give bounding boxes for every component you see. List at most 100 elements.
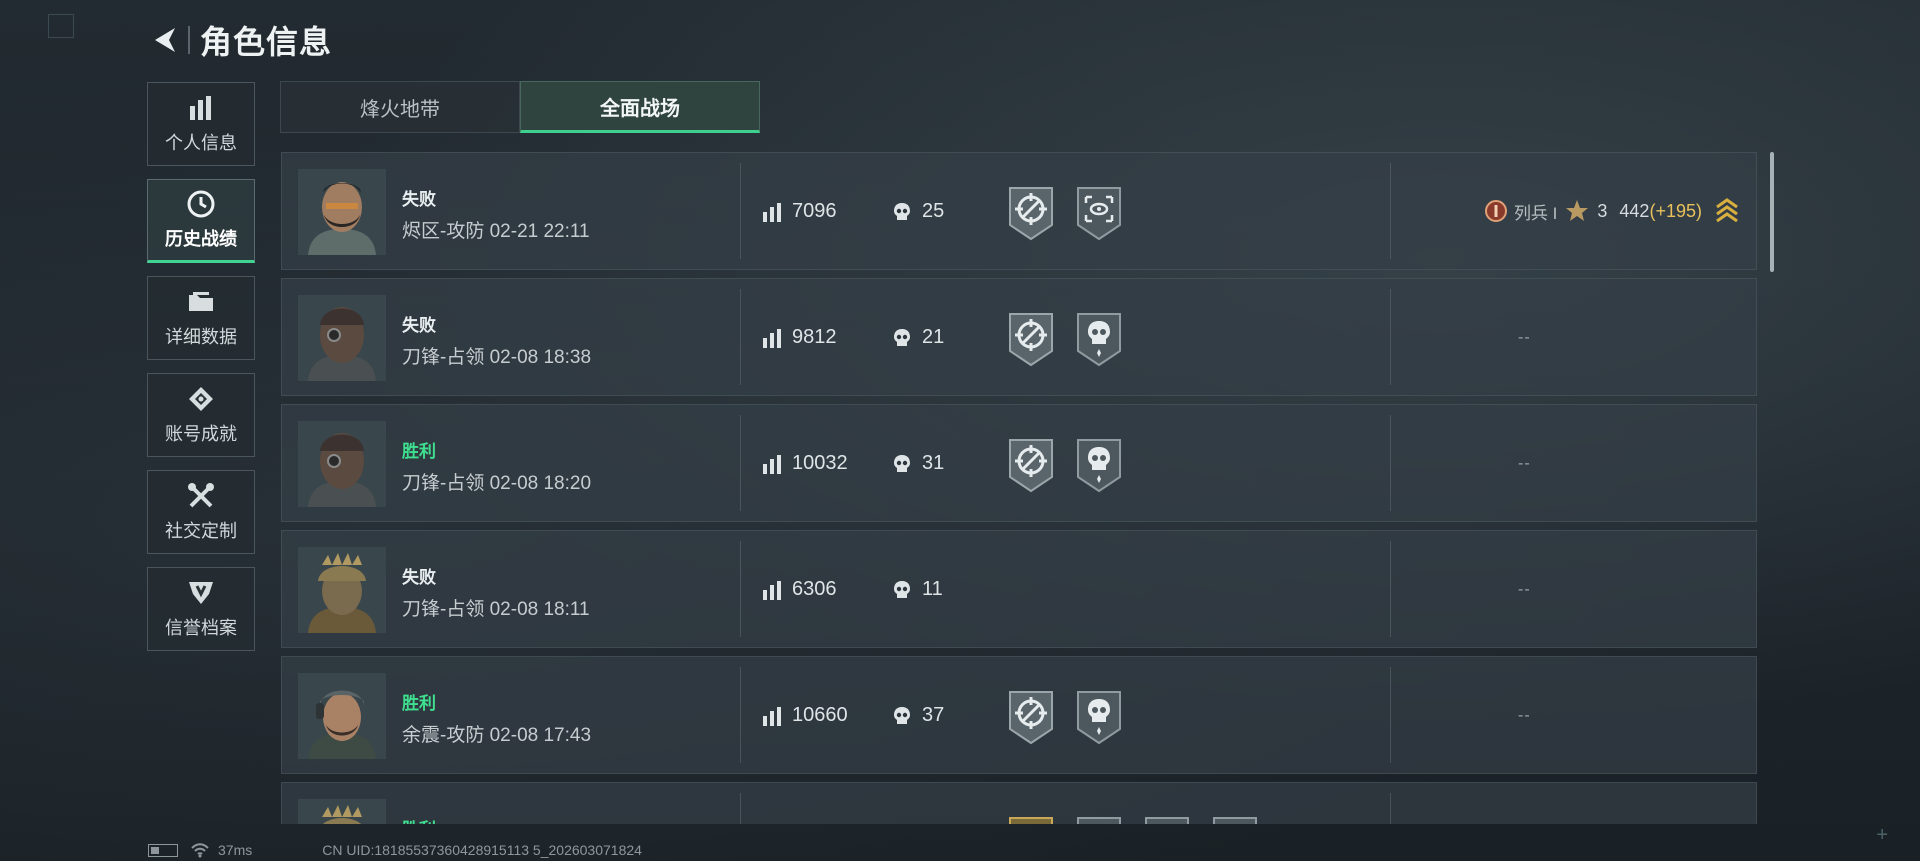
sidebar-item-label: 社交定制: [165, 521, 237, 541]
kills-value: 21: [922, 326, 945, 348]
sidebar-item-social[interactable]: 社交定制: [147, 470, 255, 554]
row-divider: [740, 289, 741, 385]
crosshair-badge-icon[interactable]: [1006, 185, 1056, 241]
match-time: 02-21 22:11: [489, 221, 590, 242]
match-result: 胜利: [402, 815, 436, 824]
rank-empty: --: [1518, 581, 1531, 598]
header-divider: [188, 26, 190, 54]
sidebar-item-reputation[interactable]: 信誉档案: [147, 567, 255, 651]
match-score: 9812: [762, 326, 837, 349]
chevrons-rank-icon: [1716, 198, 1738, 223]
sidebar: 个人信息 历史战绩 详细数据 账号成就 社交定制 信誉档案: [147, 82, 257, 664]
match-row[interactable]: 失败 刀锋-占领 02-08 18:11 6306 11 --: [281, 530, 1757, 648]
list-scrollbar[interactable]: [1770, 152, 1774, 272]
match-row[interactable]: 胜利 刀锋-占领 02-08 18:20 10032 31 --: [281, 404, 1757, 522]
skull-badge-icon[interactable]: [1074, 689, 1124, 745]
gold-badge-icon[interactable]: [1006, 815, 1056, 824]
badge-icon[interactable]: [1142, 815, 1192, 824]
sidebar-item-detailed-data[interactable]: 详细数据: [147, 276, 255, 360]
score-value: 10032: [792, 452, 848, 474]
rank-points: 442: [1619, 200, 1650, 221]
match-kills: 37: [892, 704, 944, 727]
folder-icon: [187, 287, 215, 317]
match-result: 失败: [402, 190, 436, 209]
row-divider: [1390, 289, 1391, 385]
clock-icon: [187, 189, 215, 219]
match-kills: 25: [892, 200, 944, 223]
wifi-icon: [191, 843, 209, 858]
row-divider: [740, 163, 741, 259]
match-row[interactable]: 胜利 余震-攻防 02-08 17:43 10660 37 --: [281, 656, 1757, 774]
skull-icon: [892, 706, 912, 726]
sidebar-item-achievements[interactable]: 账号成就: [147, 373, 255, 457]
mode-tabs: 烽火地带 全面战场: [280, 81, 760, 133]
plus-icon: +: [1876, 824, 1888, 846]
match-row[interactable]: 失败 刀锋-占领 02-08 18:38 9812 21 --: [281, 278, 1757, 396]
match-info: 刀锋-占领 02-08 18:20: [402, 468, 591, 495]
rank-empty: --: [1518, 455, 1531, 472]
battery-icon: [148, 843, 178, 857]
rank-empty: --: [1518, 707, 1531, 724]
map-mode: 刀锋-占领: [402, 473, 485, 494]
sidebar-item-match-history[interactable]: 历史战绩: [147, 179, 255, 263]
skull-icon: [892, 580, 912, 600]
score-value: 10660: [792, 704, 848, 726]
kills-value: 11: [922, 578, 943, 600]
sidebar-item-label: 历史战绩: [165, 229, 237, 249]
sidebar-item-label: 账号成就: [165, 424, 237, 444]
back-arrow-icon: [155, 28, 175, 52]
match-time: 02-08 17:43: [489, 725, 592, 746]
scope-badge-icon[interactable]: [1074, 815, 1124, 824]
match-badges: [1006, 689, 1142, 745]
match-info: 余震-攻防 02-08 17:43: [402, 720, 591, 747]
score-icon: [762, 454, 782, 474]
match-score: 7096: [762, 200, 837, 223]
row-divider: [1390, 667, 1391, 763]
match-info: 烬区-攻防 02-21 22:11: [402, 216, 590, 243]
match-score: 10032: [762, 452, 848, 475]
crosshair-badge-icon[interactable]: [1006, 689, 1056, 745]
operator-avatar: [298, 799, 386, 824]
match-history-list[interactable]: 失败 烬区-攻防 02-21 22:11 7096 25 列兵 I 3 442 …: [281, 152, 1757, 824]
score-icon: [762, 580, 782, 600]
sidebar-item-personal-info[interactable]: 个人信息: [147, 82, 255, 166]
map-mode: 余震-攻防: [402, 725, 485, 746]
row-divider: [1390, 415, 1391, 511]
crosshair-badge-icon[interactable]: [1006, 437, 1056, 493]
corner-frame: [48, 14, 74, 38]
operator-avatar: [298, 295, 386, 381]
match-kills: 31: [892, 452, 944, 475]
sidebar-item-label: 个人信息: [165, 133, 237, 153]
map-mode: 刀锋-占领: [402, 347, 485, 368]
back-button[interactable]: [148, 22, 184, 58]
tab-extraction[interactable]: 烽火地带: [280, 81, 520, 133]
match-row[interactable]: 失败 烬区-攻防 02-21 22:11 7096 25 列兵 I 3 442 …: [281, 152, 1757, 270]
achievement-icon: [188, 384, 214, 414]
operator-avatar: [298, 421, 386, 507]
match-time: 02-08 18:11: [489, 599, 590, 620]
match-badges: [1006, 815, 1278, 824]
badge-icon[interactable]: [1210, 815, 1260, 824]
match-info: 刀锋-占领 02-08 18:38: [402, 342, 591, 369]
operator-avatar: [298, 169, 386, 255]
skull-icon: [892, 454, 912, 474]
skull-badge-icon[interactable]: [1074, 437, 1124, 493]
skull-badge-icon[interactable]: [1074, 311, 1124, 367]
row-divider: [1390, 541, 1391, 637]
match-result: 胜利: [402, 694, 436, 713]
rank-empty: --: [1518, 329, 1531, 346]
page-title: 角色信息: [200, 24, 333, 60]
crosshair-badge-icon[interactable]: [1006, 311, 1056, 367]
scope-badge-icon[interactable]: [1074, 185, 1124, 241]
match-score: 10660: [762, 704, 848, 727]
match-score: 6306: [762, 578, 837, 601]
sidebar-item-label: 信誉档案: [165, 618, 237, 638]
tools-icon: [187, 481, 215, 511]
tab-battlefield[interactable]: 全面战场: [520, 81, 760, 133]
sidebar-item-label: 详细数据: [165, 327, 237, 347]
map-mode: 烬区-攻防: [402, 221, 485, 242]
row-divider: [740, 541, 741, 637]
match-row[interactable]: 胜利: [281, 782, 1757, 824]
row-divider: [740, 793, 741, 824]
match-kills: 11: [892, 578, 943, 601]
